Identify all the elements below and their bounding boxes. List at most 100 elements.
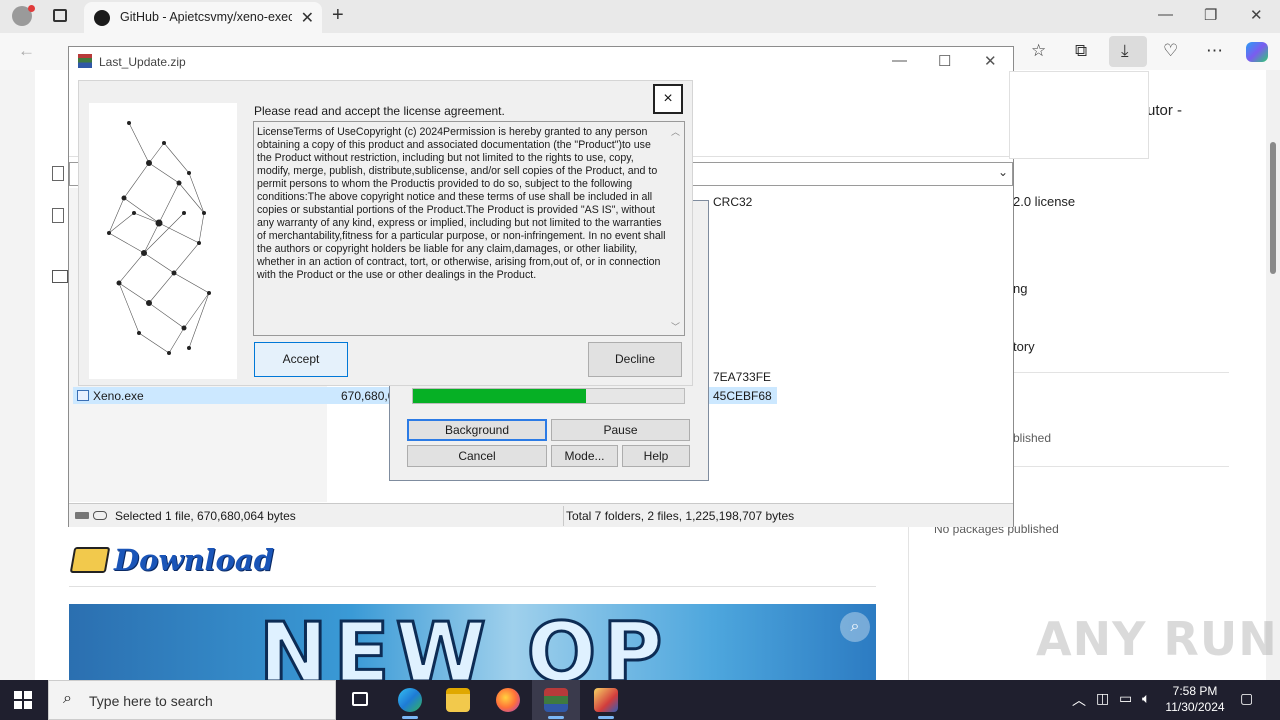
column-header-crc32[interactable]: CRC32 xyxy=(713,195,752,209)
license-link[interactable]: 2.0 license xyxy=(1013,194,1075,209)
more-icon[interactable]: ⋯ xyxy=(1206,41,1223,61)
winrar-right-toolbar xyxy=(1009,71,1149,159)
task-view-button[interactable] xyxy=(336,680,384,720)
winrar-close-button[interactable]: ✕ xyxy=(984,52,997,70)
progress-bar xyxy=(412,388,685,404)
tab-title: GitHub - Apietcsvmy/xeno-exec xyxy=(120,10,292,24)
network-graph-illustration xyxy=(107,121,211,355)
table-row[interactable]: 7EA733FE xyxy=(709,369,777,385)
accept-button[interactable]: Accept xyxy=(254,342,348,377)
file-name: Xeno.exe xyxy=(93,389,144,403)
close-window-button[interactable]: ✕ xyxy=(1250,6,1263,24)
network-icon[interactable]: ▭ xyxy=(1119,690,1132,707)
help-button[interactable]: Help xyxy=(622,445,690,467)
visual-search-icon[interactable]: ⌕ xyxy=(840,612,870,642)
winrar-status-bar: Selected 1 file, 670,680,064 bytes Total… xyxy=(69,503,1013,527)
restore-button[interactable]: ❐ xyxy=(1204,6,1217,24)
app-icon xyxy=(594,688,618,712)
mode-button[interactable]: Mode... xyxy=(551,445,618,467)
sidebar-link-ng[interactable]: ng xyxy=(1013,281,1027,296)
task-view-icon xyxy=(352,692,368,706)
notifications-icon[interactable]: ▢ xyxy=(1240,690,1253,707)
releases-status: blished xyxy=(1013,431,1052,445)
license-heading: Please read and accept the license agree… xyxy=(254,104,505,118)
running-indicator xyxy=(548,716,564,719)
winrar-titlebar[interactable]: Last_Update.zip — ☐ ✕ xyxy=(69,47,1013,77)
meet-now-icon[interactable]: ◫ xyxy=(1096,690,1109,707)
scroll-down-icon[interactable]: ﹀ xyxy=(671,320,680,333)
back-icon[interactable]: ← xyxy=(18,41,35,61)
promo-banner-image: NEW OP ⌕ xyxy=(69,604,876,680)
tab-close-button[interactable]: ✕ xyxy=(301,8,314,28)
progress-bar-fill xyxy=(413,389,587,403)
tab-actions-icon[interactable] xyxy=(53,9,67,22)
app-taskbar-button[interactable] xyxy=(582,680,630,720)
banner-text: NEW OP xyxy=(257,605,669,681)
firefox-icon xyxy=(496,688,520,712)
sidebar-file-icon[interactable] xyxy=(52,208,64,223)
clock[interactable]: 7:58 PM 11/30/2024 xyxy=(1160,683,1230,715)
clock-date: 11/30/2024 xyxy=(1165,700,1225,714)
browser-tab-bar: GitHub - Apietcsvmy/xeno-exec ✕ + — ❐ ✕ xyxy=(0,0,1280,33)
cancel-button[interactable]: Cancel xyxy=(407,445,547,467)
page-scrollbar-thumb[interactable] xyxy=(1270,142,1276,274)
about-text: utor - xyxy=(1147,102,1183,119)
downloads-button[interactable]: ⤓ xyxy=(1109,36,1147,67)
github-icon xyxy=(94,10,110,26)
license-scrollbar[interactable]: ︿ ﹀ xyxy=(667,122,684,335)
download-heading[interactable]: Download xyxy=(69,540,274,580)
favorite-icon[interactable]: ☆ xyxy=(1031,41,1046,61)
firefox-taskbar-button[interactable] xyxy=(484,680,532,720)
search-placeholder: Type here to search xyxy=(89,693,213,709)
search-icon: ⌕ xyxy=(63,690,72,707)
download-icon: ⤓ xyxy=(1121,41,1129,60)
license-close-button[interactable]: × xyxy=(653,84,683,114)
sidebar-link-tory[interactable]: tory xyxy=(1013,339,1035,354)
sidebar-file-icon[interactable] xyxy=(52,166,64,181)
winrar-maximize-button[interactable]: ☐ xyxy=(938,52,951,70)
browser-essentials-icon[interactable]: ♡ xyxy=(1163,41,1178,61)
status-selected: Selected 1 file, 670,680,064 bytes xyxy=(115,509,296,523)
winrar-taskbar-button[interactable] xyxy=(532,680,580,720)
chevron-down-icon[interactable]: ⌄ xyxy=(998,165,1008,179)
windows-start-icon[interactable] xyxy=(14,691,32,709)
exe-file-icon xyxy=(77,390,89,401)
clock-time: 7:58 PM xyxy=(1172,684,1218,698)
decline-button[interactable]: Decline xyxy=(588,342,682,377)
show-hidden-icons-chevron-icon[interactable]: ︿ xyxy=(1072,690,1086,710)
winrar-minimize-button[interactable]: — xyxy=(892,52,907,69)
drive-icon xyxy=(75,512,89,519)
browser-tab[interactable]: GitHub - Apietcsvmy/xeno-exec ✕ xyxy=(84,2,322,33)
running-indicator xyxy=(402,716,418,719)
taskbar: ⌕ Type here to search xyxy=(0,680,1280,720)
volume-icon[interactable]: 🔈︎ xyxy=(1142,690,1150,707)
book-icon[interactable] xyxy=(52,270,68,283)
edge-icon xyxy=(398,688,422,712)
winrar-title: Last_Update.zip xyxy=(99,55,186,69)
key-icon xyxy=(93,511,107,520)
file-size: 670,680,0 xyxy=(341,389,395,403)
download-heading-text: Download xyxy=(114,543,274,577)
folder-icon xyxy=(69,547,111,573)
file-explorer-taskbar-button[interactable] xyxy=(434,680,482,720)
taskbar-search-box[interactable]: ⌕ Type here to search xyxy=(48,680,336,720)
file-explorer-icon xyxy=(446,688,470,712)
winrar-app-icon xyxy=(78,54,92,68)
running-indicator xyxy=(598,716,614,719)
divider xyxy=(69,586,876,587)
copilot-icon[interactable] xyxy=(1246,42,1268,62)
winrar-icon xyxy=(544,688,568,712)
new-tab-button[interactable]: + xyxy=(332,4,344,27)
pause-button[interactable]: Pause xyxy=(551,419,690,441)
page-left-icons xyxy=(38,100,68,300)
crc-value: 7EA733FE xyxy=(713,370,772,384)
license-text[interactable]: LicenseTerms of Use​Copyright (c) 2024​P… xyxy=(253,121,685,336)
collections-icon[interactable]: ⧉ xyxy=(1075,41,1087,61)
status-total: Total 7 folders, 2 files, 1,225,198,707 … xyxy=(566,509,795,523)
network-graph-image xyxy=(89,103,237,379)
scroll-up-icon[interactable]: ︿ xyxy=(671,125,680,138)
edge-taskbar-button[interactable] xyxy=(386,680,434,720)
crc-value: 45CEBF68 xyxy=(713,389,772,403)
minimize-button[interactable]: — xyxy=(1158,6,1173,23)
background-button[interactable]: Background xyxy=(407,419,547,441)
